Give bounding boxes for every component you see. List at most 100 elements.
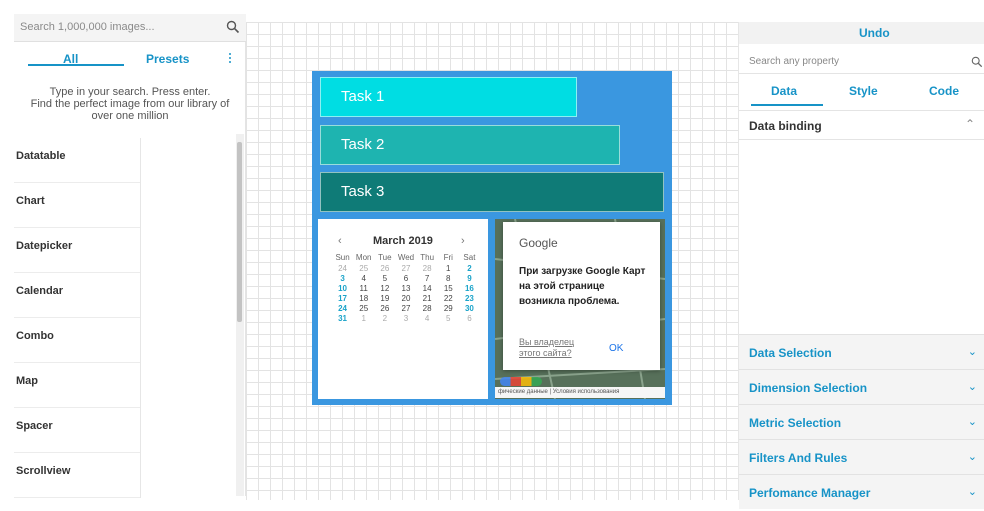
calendar-day[interactable]: 4 (417, 314, 438, 324)
calendar-month-title[interactable]: March 2019 (373, 235, 433, 247)
search-icon[interactable] (226, 20, 240, 34)
calendar-day[interactable]: 1 (353, 314, 374, 324)
calendar-day[interactable]: 1 (438, 264, 459, 274)
calendar-day[interactable]: 26 (374, 304, 395, 314)
widget-item-scrollview[interactable]: Scrollview (14, 453, 140, 498)
section-dimension-selection[interactable]: Dimension Selection ⌄ (739, 369, 984, 404)
calendar-day[interactable]: 21 (417, 294, 438, 304)
calendar-day[interactable]: 4 (353, 274, 374, 284)
tab-data[interactable]: Data (771, 84, 797, 98)
calendar-day[interactable]: 24 (332, 264, 353, 274)
scrollbar-thumb[interactable] (237, 142, 242, 322)
google-logo: Google (519, 236, 558, 250)
widget-item-chart[interactable]: Chart (14, 183, 140, 228)
task-label: Task 3 (341, 183, 385, 200)
calendar-day[interactable]: 28 (417, 304, 438, 314)
ok-button[interactable]: OK (609, 343, 623, 354)
widget-item-calendar[interactable]: Calendar (14, 273, 140, 318)
calendar-day[interactable]: 25 (353, 264, 374, 274)
calendar-day[interactable]: 27 (395, 304, 416, 314)
property-search-input[interactable]: Search any property (739, 52, 984, 74)
chevron-up-icon[interactable]: ⌃ (965, 117, 975, 131)
calendar-day[interactable]: 13 (395, 284, 416, 294)
tab-code[interactable]: Code (929, 84, 959, 98)
calendar-day[interactable]: 5 (438, 314, 459, 324)
calendar-day[interactable]: 6 (459, 314, 480, 324)
calendar-day[interactable]: 7 (417, 274, 438, 284)
section-filters-and-rules[interactable]: Filters And Rules ⌄ (739, 439, 984, 474)
calendar-day[interactable]: 17 (332, 294, 353, 304)
calendar-day[interactable]: 22 (438, 294, 459, 304)
widget-item-datepicker[interactable]: Datepicker (14, 228, 140, 273)
widget-item-combo[interactable]: Combo (14, 318, 140, 363)
calendar-day[interactable]: 20 (395, 294, 416, 304)
app-window: Search 1,000,000 images... All Presets T… (0, 0, 984, 511)
section-perfomance-manager[interactable]: Perfomance Manager ⌄ (739, 474, 984, 509)
data-binding-label: Data binding (749, 119, 822, 133)
chevron-down-icon[interactable]: ⌄ (968, 380, 977, 393)
map-footer: фические данные | Условия использования (495, 387, 665, 398)
chevron-down-icon[interactable]: ⌄ (968, 450, 977, 463)
calendar-day[interactable]: 3 (332, 274, 353, 284)
list-divider (140, 138, 141, 498)
calendar-day[interactable]: 30 (459, 304, 480, 314)
calendar-widget[interactable]: ‹ March 2019 › Sun Mon Tue Wed Thu Fri Sat 24 2… (318, 219, 488, 399)
calendar-day[interactable]: 14 (417, 284, 438, 294)
calendar-day[interactable]: 8 (438, 274, 459, 284)
map-error-dialog: Google При загрузке Google Карт на этой … (503, 222, 660, 370)
calendar-day[interactable]: 24 (332, 304, 353, 314)
prev-month-icon[interactable]: ‹ (338, 235, 342, 247)
calendar-day[interactable]: 15 (438, 284, 459, 294)
tab-style[interactable]: Style (849, 84, 878, 98)
widget-item-spacer[interactable]: Spacer (14, 408, 140, 453)
chevron-down-icon[interactable]: ⌄ (968, 415, 977, 428)
section-data-selection[interactable]: Data Selection ⌄ (739, 334, 984, 369)
widget-item-map[interactable]: Map (14, 363, 140, 408)
calendar-day[interactable]: 31 (332, 314, 353, 324)
next-month-icon[interactable]: › (461, 235, 465, 247)
section-label: Perfomance Manager (749, 486, 871, 500)
calendar-day[interactable]: 9 (459, 274, 480, 284)
chevron-down-icon[interactable]: ⌄ (968, 485, 977, 498)
calendar-day[interactable]: 12 (374, 284, 395, 294)
calendar-day[interactable]: 2 (374, 314, 395, 324)
tab-presets[interactable]: Presets (146, 52, 189, 66)
section-label: Filters And Rules (749, 451, 848, 465)
more-vert-icon[interactable] (229, 52, 232, 64)
calendar-day[interactable]: 11 (353, 284, 374, 294)
task-item-1[interactable]: Task 1 (320, 77, 577, 117)
search-icon[interactable] (971, 56, 983, 68)
calendar-day[interactable]: 6 (395, 274, 416, 284)
undo-button[interactable]: Undo (859, 26, 890, 40)
widget-scrollbar[interactable] (236, 134, 244, 496)
weekday-label: Fri (443, 253, 453, 262)
widget-item-datatable[interactable]: Datatable (14, 138, 140, 183)
calendar-day[interactable]: 26 (374, 264, 395, 274)
calendar-day[interactable]: 10 (332, 284, 353, 294)
calendar-day[interactable]: 3 (395, 314, 416, 324)
widget-tabs: All Presets (14, 42, 246, 78)
chevron-down-icon[interactable]: ⌄ (968, 345, 977, 358)
image-search-input[interactable]: Search 1,000,000 images... (14, 14, 246, 42)
calendar-day[interactable]: 27 (395, 264, 416, 274)
hint-line: over one million (91, 110, 169, 122)
task-item-3[interactable]: Task 3 (320, 172, 664, 212)
widget-panel: Search 1,000,000 images... All Presets T… (14, 14, 246, 498)
calendar-day[interactable]: 2 (459, 264, 480, 274)
calendar-day[interactable]: 5 (374, 274, 395, 284)
section-label: Data Selection (749, 346, 832, 360)
section-metric-selection[interactable]: Metric Selection ⌄ (739, 404, 984, 439)
calendar-day[interactable]: 23 (459, 294, 480, 304)
calendar-day[interactable]: 18 (353, 294, 374, 304)
site-owner-link[interactable]: Вы владелец этого сайта? (519, 337, 583, 359)
calendar-day[interactable]: 19 (374, 294, 395, 304)
calendar-day[interactable]: 29 (438, 304, 459, 314)
hint-line: Find the perfect image from our library … (30, 98, 230, 110)
calendar-day[interactable]: 28 (417, 264, 438, 274)
task-label: Task 1 (341, 88, 385, 105)
calendar-day[interactable]: 25 (353, 304, 374, 314)
image-search-hint: Type in your search. Press enter. Find t… (14, 86, 246, 122)
task-item-2[interactable]: Task 2 (320, 125, 620, 165)
calendar-day[interactable]: 16 (459, 284, 480, 294)
data-binding-section[interactable]: Data binding ⌃ (739, 110, 984, 140)
